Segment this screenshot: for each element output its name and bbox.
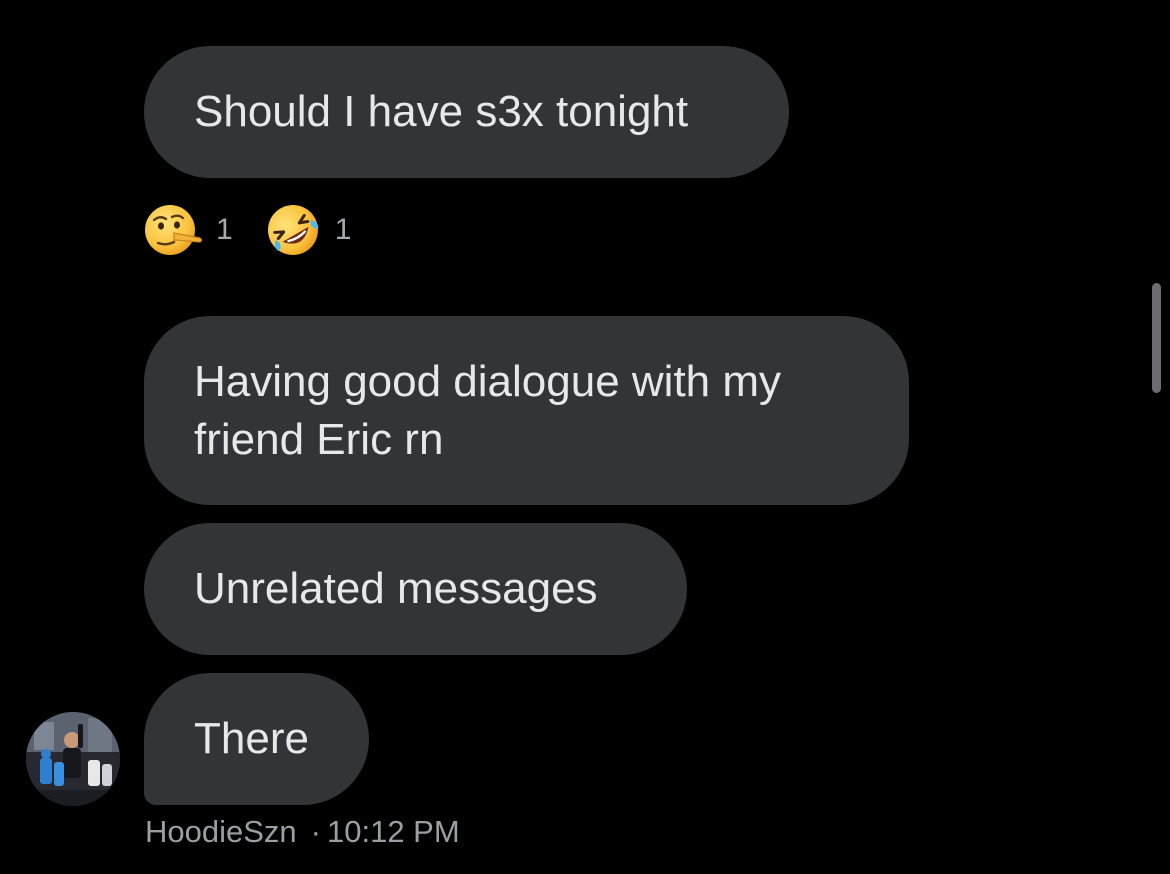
reaction-count: 1 (334, 213, 352, 246)
avatar[interactable] (26, 712, 120, 806)
message-bubble[interactable]: Having good dialogue with my friend Eric… (144, 316, 909, 505)
message-bubble[interactable]: There (144, 673, 369, 805)
reaction-bar: 1 1 (144, 200, 381, 260)
sender-name[interactable]: HoodieSzn (145, 814, 297, 849)
reaction-rofl[interactable]: 1 (263, 200, 352, 260)
message-meta: HoodieSzn · 10:12 PM (145, 814, 460, 850)
lying-face-emoji-icon (145, 205, 203, 255)
message-bubble[interactable]: Should I have s3x tonight (144, 46, 789, 178)
profile-photo (26, 712, 120, 806)
message-timestamp: 10:12 PM (326, 814, 460, 849)
message-bubble[interactable]: Unrelated messages (144, 523, 687, 655)
message-text: Unrelated messages (194, 564, 598, 613)
scrollbar[interactable] (1152, 283, 1161, 393)
previous-message-fragment (150, 0, 300, 4)
message-text: There (194, 714, 309, 763)
meta-separator: · (310, 814, 321, 849)
reaction-lying-face[interactable]: 1 (144, 200, 233, 260)
reaction-count: 1 (216, 213, 233, 246)
message-text: Having good dialogue with my friend Eric… (194, 356, 782, 464)
message-text: Should I have s3x tonight (194, 87, 689, 136)
rolling-on-floor-laughing-emoji-icon (267, 205, 319, 255)
